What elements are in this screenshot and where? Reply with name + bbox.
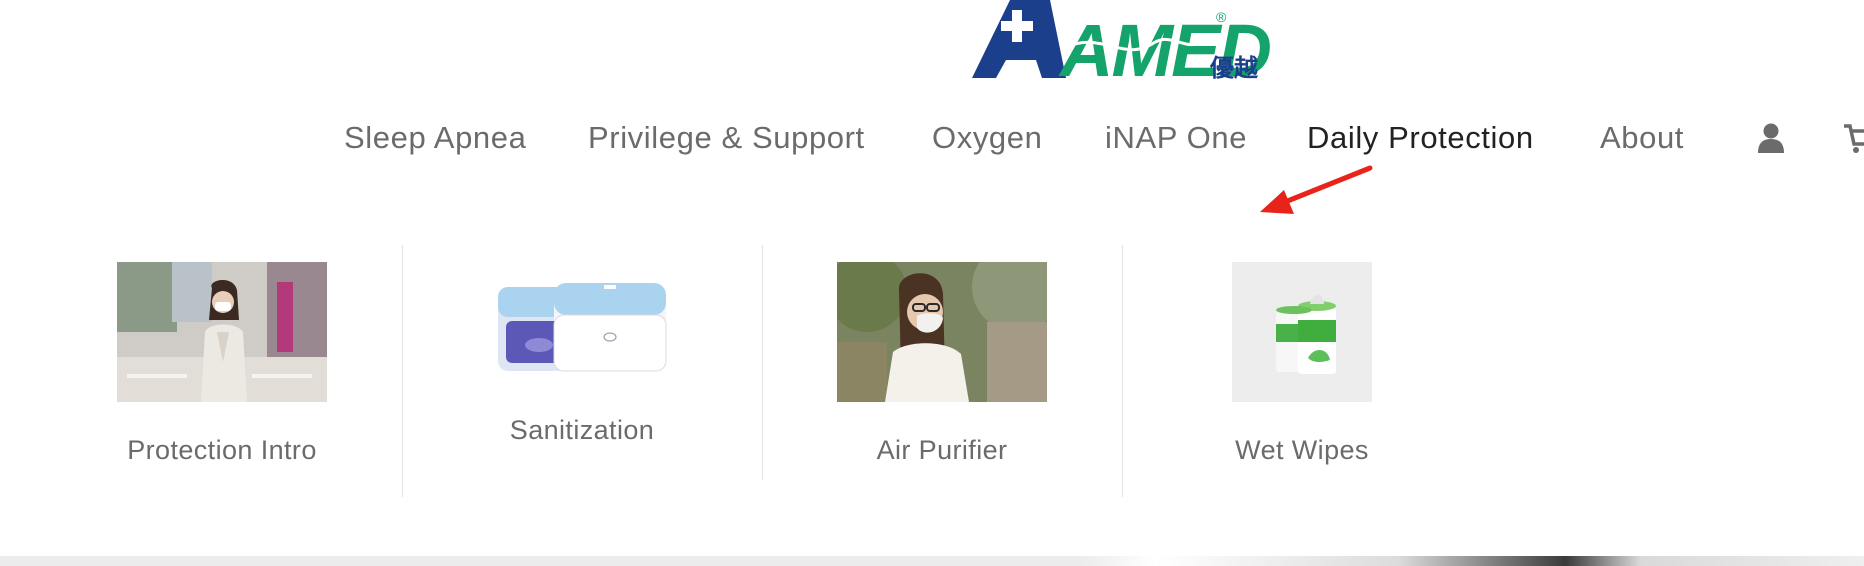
- wet-wipes-image: [1232, 262, 1372, 402]
- user-icon[interactable]: [1757, 122, 1785, 154]
- menu-card-protection-intro[interactable]: Protection Intro: [42, 245, 402, 505]
- main-nav: Sleep Apnea Privilege & Support Oxygen i…: [0, 110, 1864, 166]
- pointer-arrow-icon: [1260, 165, 1373, 214]
- page: AMED ® 優越 Sleep Apnea Privilege & Suppor…: [0, 0, 1864, 566]
- daily-protection-mega-menu: Protection Intro Sanitization Air Purifi…: [0, 245, 1864, 505]
- nav-item-daily-protection[interactable]: Daily Protection: [1307, 110, 1534, 166]
- logo-chinese: 優越: [1209, 54, 1259, 82]
- nav-item-oxygen[interactable]: Oxygen: [932, 110, 1042, 166]
- logo-registered: ®: [1216, 9, 1227, 25]
- menu-card-air-purifier[interactable]: Air Purifier: [762, 245, 1122, 505]
- air-purifier-image: [837, 262, 1047, 402]
- nav-item-about[interactable]: About: [1600, 110, 1684, 166]
- cart-icon[interactable]: [1844, 122, 1864, 154]
- logo-graphic: AMED ® 優越: [972, 0, 1272, 82]
- menu-card-label: Sanitization: [509, 415, 655, 445]
- nav-item-sleep-apnea[interactable]: Sleep Apnea: [344, 110, 526, 166]
- nav-item-privilege-support[interactable]: Privilege & Support: [588, 110, 865, 166]
- menu-card-label: Wet Wipes: [1235, 435, 1369, 465]
- menu-card-wet-wipes[interactable]: Wet Wipes: [1122, 245, 1482, 505]
- menu-card-label: Air Purifier: [876, 435, 1008, 465]
- protection-intro-image: [117, 262, 327, 402]
- hero-banner-edge: [0, 556, 1864, 566]
- menu-card-label: Protection Intro: [127, 435, 317, 465]
- amed-logo[interactable]: AMED ® 優越: [972, 0, 1276, 82]
- menu-card-sanitization[interactable]: Sanitization: [402, 245, 762, 505]
- sanitization-image: [492, 275, 672, 375]
- nav-item-inap-one[interactable]: iNAP One: [1105, 110, 1247, 166]
